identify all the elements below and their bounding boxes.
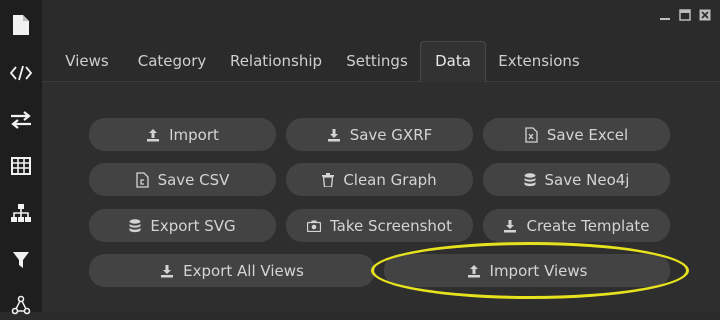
save-gxrf-button[interactable]: Save GXRF (286, 118, 473, 151)
code-icon (10, 65, 32, 81)
sidebar-item-network[interactable] (0, 290, 42, 320)
minimize-icon (660, 18, 670, 20)
minimize-button[interactable] (658, 8, 672, 22)
tab-settings[interactable]: Settings (340, 42, 414, 80)
csv-file-icon (135, 171, 149, 188)
download-icon (504, 219, 517, 232)
table-icon (11, 157, 31, 175)
upload-icon (147, 128, 160, 141)
swap-arrows-icon (11, 111, 31, 129)
sidebar-item-hierarchy[interactable] (0, 198, 42, 228)
close-icon (699, 9, 711, 21)
download-icon (327, 128, 340, 141)
clean-graph-button-label: Clean Graph (343, 170, 437, 189)
create-template-button-label: Create Template (526, 216, 650, 235)
create-template-button[interactable]: Create Template (483, 209, 670, 242)
save-csv-button-label: Save CSV (157, 170, 230, 189)
save-neo4j-button[interactable]: Save Neo4j (483, 163, 670, 196)
import-views-button-label: Import Views (489, 261, 588, 280)
import-button[interactable]: Import (89, 118, 276, 151)
sidebar-item-file[interactable] (0, 10, 42, 40)
save-neo4j-button-label: Save Neo4j (544, 170, 630, 189)
save-gxrf-button-label: Save GXRF (349, 125, 433, 144)
clean-graph-button[interactable]: Clean Graph (286, 163, 473, 196)
upload-icon (467, 264, 480, 277)
tab-extensions[interactable]: Extensions (494, 42, 584, 80)
maximize-icon (679, 9, 691, 21)
tab-relationship[interactable]: Relationship (224, 42, 328, 80)
camera-icon (307, 220, 321, 232)
export-svg-button[interactable]: Export SVG (89, 209, 276, 242)
window-controls (658, 8, 712, 22)
save-excel-button[interactable]: Save Excel (483, 118, 670, 151)
export-all-views-button[interactable]: Export All Views (89, 254, 375, 287)
database-icon (524, 172, 536, 186)
sidebar-item-filter[interactable] (0, 245, 42, 275)
file-icon (13, 15, 29, 35)
sidebar-item-code[interactable] (0, 58, 42, 88)
hierarchy-icon (11, 204, 31, 222)
excel-file-icon (525, 126, 538, 143)
sidebar (0, 0, 42, 315)
download-icon (161, 264, 174, 277)
maximize-button[interactable] (678, 8, 692, 22)
trash-icon (322, 172, 335, 187)
tab-category[interactable]: Category (130, 42, 214, 80)
import-views-button[interactable]: Import Views (384, 254, 670, 287)
save-csv-button[interactable]: Save CSV (89, 163, 276, 196)
save-excel-button-label: Save Excel (546, 125, 629, 144)
close-button[interactable] (698, 8, 712, 22)
take-screenshot-button-label: Take Screenshot (330, 216, 452, 235)
sidebar-item-table[interactable] (0, 151, 42, 181)
tab-views[interactable]: Views (56, 42, 118, 80)
tab-bar: Views Category Relationship Settings Dat… (42, 40, 720, 82)
sidebar-item-swap[interactable] (0, 105, 42, 135)
import-button-label: Import (169, 125, 219, 144)
filter-icon (13, 252, 29, 268)
take-screenshot-button[interactable]: Take Screenshot (286, 209, 473, 242)
tab-data[interactable]: Data (420, 41, 486, 82)
database-icon (129, 218, 141, 232)
network-icon (11, 295, 31, 315)
export-svg-button-label: Export SVG (150, 216, 236, 235)
export-all-views-button-label: Export All Views (183, 261, 304, 280)
